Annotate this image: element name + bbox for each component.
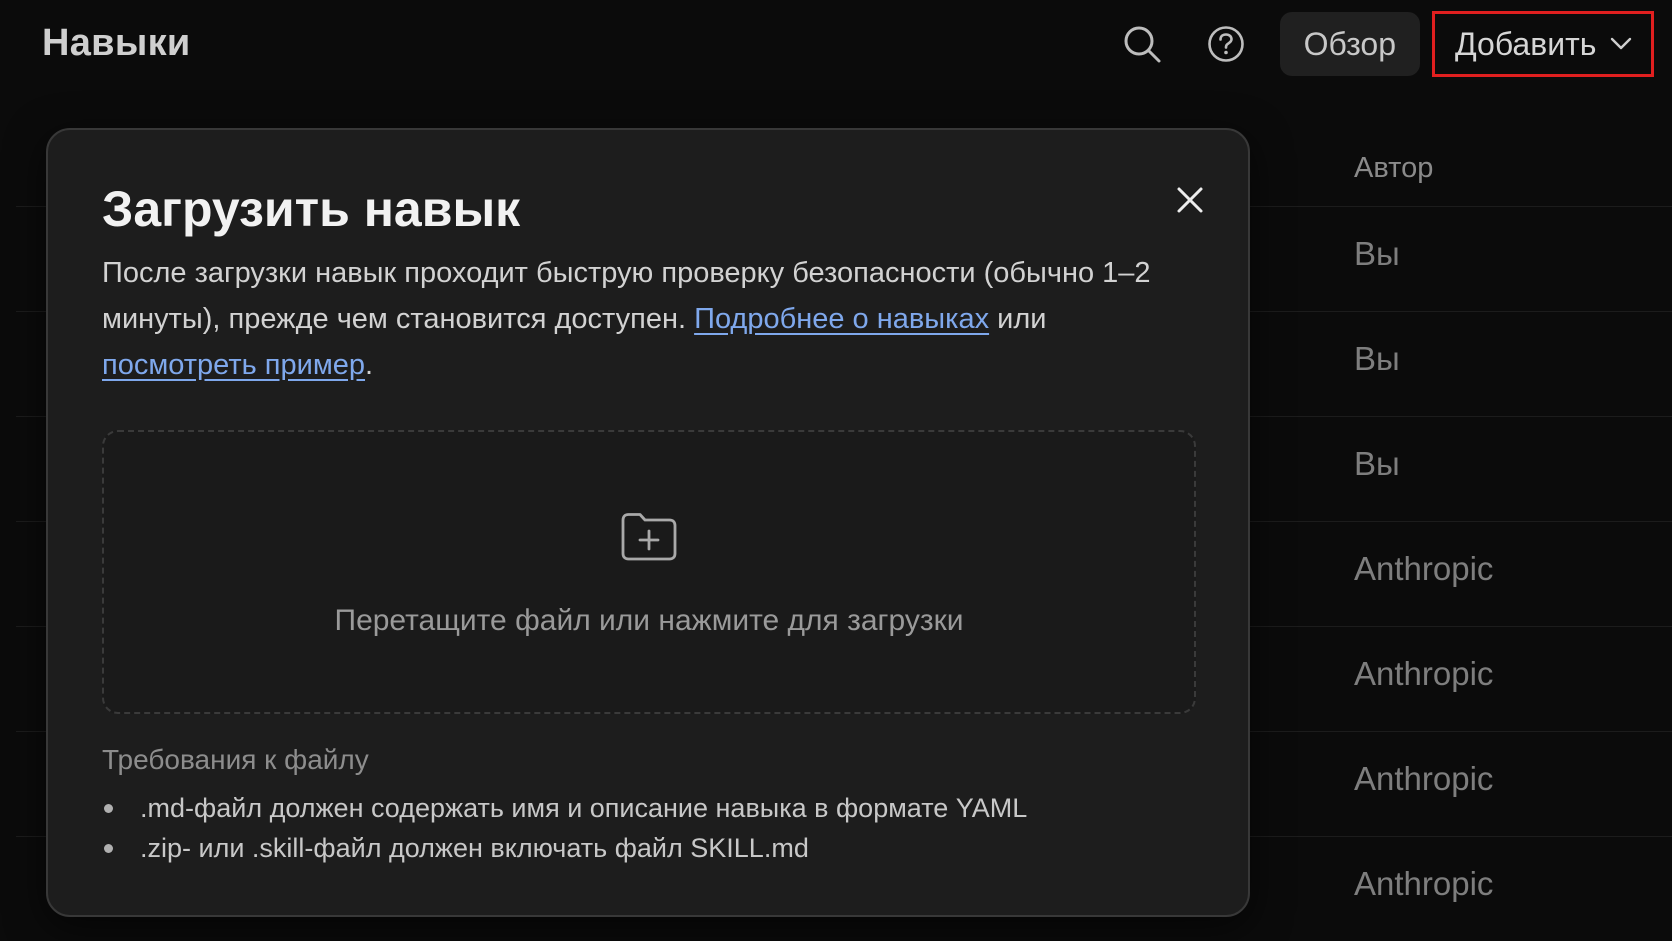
close-button[interactable] bbox=[1162, 172, 1218, 228]
author-cell: Вы bbox=[1354, 340, 1400, 377]
learn-more-link[interactable]: Подробнее о навыках bbox=[694, 303, 989, 335]
author-column-header: Автор bbox=[1354, 152, 1434, 184]
list-item: .zip- или .skill-файл должен включать фа… bbox=[102, 828, 1027, 868]
folder-plus-icon bbox=[621, 513, 677, 561]
search-button[interactable] bbox=[1112, 14, 1172, 74]
view-example-link[interactable]: посмотреть пример bbox=[102, 349, 365, 381]
page-title: Навыки bbox=[42, 22, 191, 64]
dialog-title: Загрузить навык bbox=[102, 181, 521, 237]
requirements-title: Требования к файлу bbox=[102, 744, 369, 775]
author-cell: Anthropic bbox=[1354, 865, 1494, 902]
description-connector: или bbox=[989, 303, 1047, 335]
dialog-description: После загрузки навык проходит быструю пр… bbox=[102, 250, 1162, 388]
question-circle-icon bbox=[1207, 26, 1244, 62]
overview-button[interactable]: Обзор bbox=[1279, 12, 1420, 76]
header-actions: Обзор Добавить bbox=[1112, 10, 1654, 78]
chevron-down-icon bbox=[1611, 37, 1632, 50]
close-icon bbox=[1177, 187, 1203, 213]
author-cell: Вы bbox=[1354, 235, 1400, 272]
description-end: . bbox=[365, 349, 374, 381]
author-cell: Anthropic bbox=[1354, 655, 1494, 692]
author-cell: Вы bbox=[1354, 445, 1400, 482]
author-cell: Anthropic bbox=[1354, 760, 1494, 797]
requirements-list: .md-файл должен содержать имя и описание… bbox=[102, 788, 1027, 868]
add-button[interactable]: Добавить bbox=[1432, 11, 1654, 77]
search-icon bbox=[1124, 26, 1161, 63]
file-dropzone[interactable]: Перетащите файл или нажмите для загрузки bbox=[102, 430, 1196, 714]
list-item: .md-файл должен содержать имя и описание… bbox=[102, 788, 1027, 828]
dropzone-text: Перетащите файл или нажмите для загрузки bbox=[334, 604, 964, 637]
author-cell: Anthropic bbox=[1354, 550, 1494, 587]
skills-page: Навыки Обзор Добавить Автор Вы Вы Вы Ant… bbox=[0, 0, 1672, 941]
upload-skill-dialog: Загрузить навык После загрузки навык про… bbox=[46, 128, 1250, 917]
add-button-label: Добавить bbox=[1455, 25, 1597, 62]
help-button[interactable] bbox=[1196, 14, 1256, 74]
